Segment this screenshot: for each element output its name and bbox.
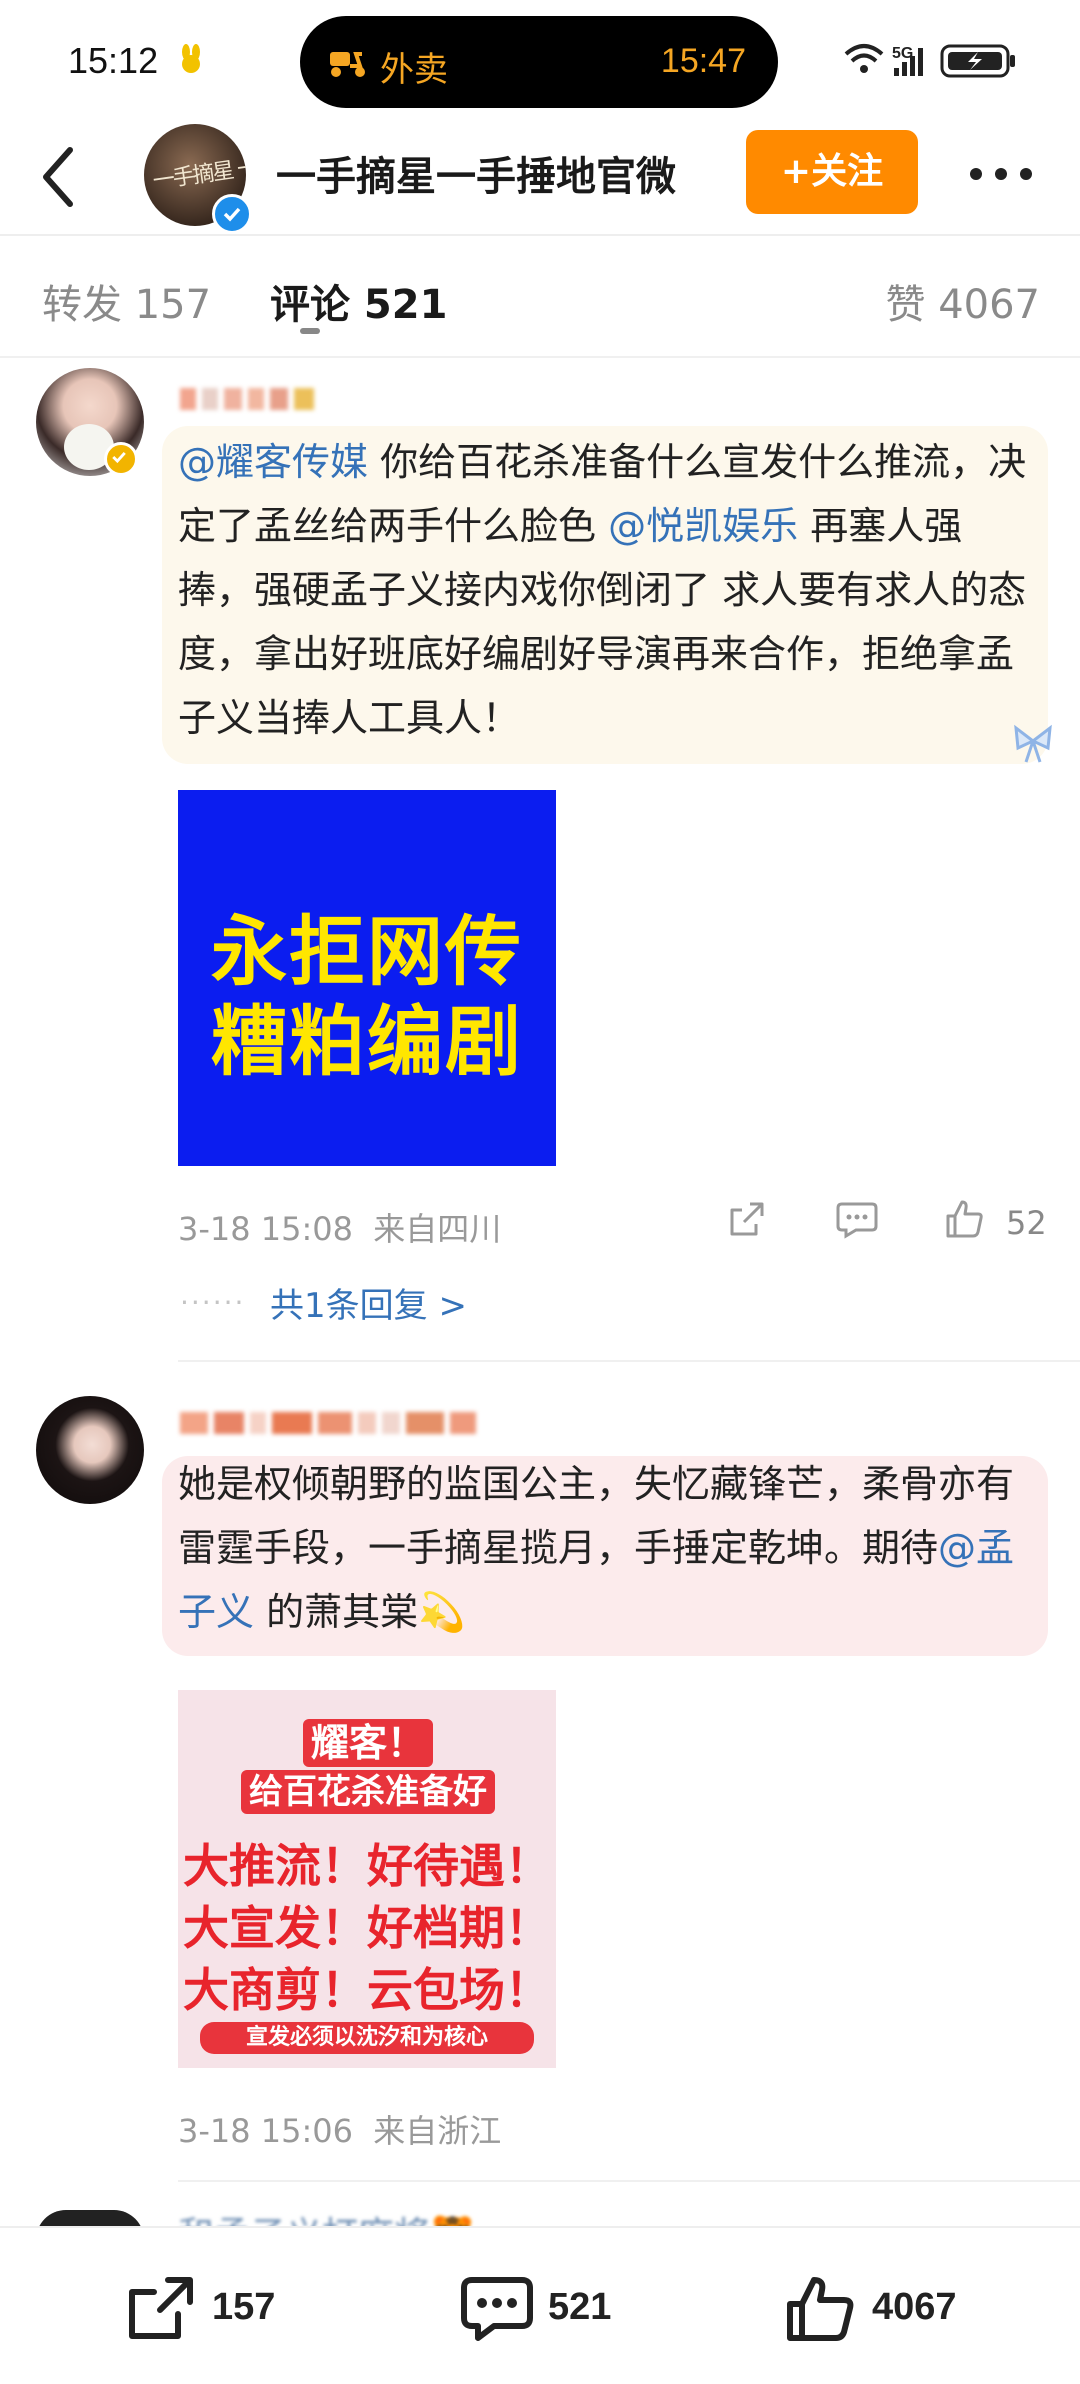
bow-decoration-icon	[1014, 724, 1052, 763]
comment-time: 3-18 15:08	[178, 1210, 354, 1248]
wifi-icon	[844, 44, 884, 73]
back-arrow-icon[interactable]	[38, 142, 78, 212]
mention-link[interactable]: @耀客传媒	[178, 440, 368, 484]
interaction-tabs: 转发 157 评论 521 赞 4067	[0, 236, 1080, 356]
comment-location: 来自浙江	[373, 2112, 502, 2150]
commenter-name-blurred[interactable]	[180, 388, 430, 418]
mention-link[interactable]: @悦凯娱乐	[608, 504, 798, 548]
comment-image-line: 糟粕编剧	[211, 997, 523, 1086]
comment-icon[interactable]	[836, 1200, 878, 1240]
view-replies-link[interactable]: 共1条回复 >	[270, 1278, 467, 1327]
comment-icon	[461, 2277, 533, 2341]
tab-likes[interactable]: 赞 4067	[885, 272, 1040, 330]
comment-location: 来自四川	[373, 1210, 502, 1248]
active-tab-indicator	[300, 328, 320, 334]
comment-image-header: 给百花杀准备好	[218, 1764, 518, 1814]
pill-label: 外卖	[380, 50, 448, 90]
like-count: 4067	[872, 2286, 957, 2328]
comment-meta: 3-18 15:08 来自四川	[178, 1204, 501, 1250]
comment-image[interactable]: 耀客！ 给百花杀准备好 大推流！好待遇！ 大宣发！好档期！ 大商剪！云包场！ 宣…	[178, 1690, 556, 2068]
rabbit-icon	[182, 44, 200, 73]
tab-comments[interactable]: 评论 521	[270, 272, 447, 330]
commenter-verified-icon	[104, 442, 138, 476]
battery-icon	[940, 44, 1015, 78]
account-name[interactable]: 一手摘星一手捶地官微	[276, 144, 676, 202]
like-icon[interactable]	[944, 1198, 986, 1240]
comment-image-line: 大推流！好待遇！	[183, 1839, 551, 1893]
bottom-action-bar: 157 521 4067	[0, 2226, 1080, 2384]
tabs-divider	[0, 356, 1080, 358]
comment-text: 她是权倾朝野的监国公主，失忆藏锋芒，柔骨亦有雷霆手段，一手摘星揽月，手捶定乾坤。…	[178, 1452, 1034, 1644]
pill-time: 15:47	[660, 42, 746, 80]
status-time: 15:12	[68, 40, 159, 81]
tab-repost[interactable]: 转发 157	[42, 272, 211, 330]
comment-image-footer: 宣发必须以沈汐和为核心	[200, 2022, 534, 2054]
status-bar: 15:12 外卖 15:47 5G	[0, 0, 1080, 120]
dynamic-island-pill[interactable]: 外卖 15:47	[300, 16, 778, 108]
reply-dots: ······	[180, 1286, 246, 1319]
comment-image[interactable]: 永拒网传 糟粕编剧	[178, 790, 556, 1166]
repost-count: 157	[212, 2286, 276, 2328]
avatar-logo-text: 一手摘星 一手捶地	[151, 146, 246, 195]
comment-like-count: 52	[1006, 1204, 1047, 1242]
comment-image-line: 大宣发！好档期！	[183, 1901, 551, 1955]
repost-button[interactable]: 157	[124, 2274, 275, 2344]
comment-meta: 3-18 15:06 来自浙江	[178, 2106, 501, 2152]
repost-icon	[129, 2277, 193, 2339]
commenter-avatar[interactable]	[36, 1396, 144, 1504]
commenter-name-blurred[interactable]	[180, 1412, 700, 1442]
like-icon	[787, 2277, 854, 2341]
comment-divider	[178, 2180, 1080, 2182]
more-options-icon[interactable]	[968, 164, 1034, 184]
follow-button[interactable]: +关注	[746, 130, 918, 214]
verified-badge-icon	[212, 194, 252, 234]
comment-time: 3-18 15:06	[178, 2112, 354, 2150]
comment-image-header: 耀客！	[218, 1712, 518, 1767]
comment-count: 521	[548, 2286, 612, 2328]
like-button[interactable]: 4067	[784, 2274, 957, 2344]
comment-text: @耀客传媒 你给百花杀准备什么宣发什么推流，决定了孟丝给两手什么脸色 @悦凯娱乐…	[178, 430, 1028, 750]
comment-text-part: 她是权倾朝野的监国公主，失忆藏锋芒，柔骨亦有雷霆手段，一手摘星揽月，手捶定乾坤。…	[178, 1462, 1015, 1570]
comment-image-line: 大商剪！云包场！	[183, 1963, 551, 2017]
comment-divider	[178, 1360, 1080, 1362]
system-icons: 5G	[844, 44, 1015, 78]
comment-button[interactable]: 521	[460, 2274, 611, 2344]
page-header: 一手摘星 一手捶地 一手摘星一手捶地官微 +关注	[0, 120, 1080, 234]
share-icon[interactable]	[726, 1200, 766, 1240]
delivery-scooter-icon	[330, 52, 365, 77]
comment-text-part: 的萧其棠💫	[254, 1590, 466, 1634]
